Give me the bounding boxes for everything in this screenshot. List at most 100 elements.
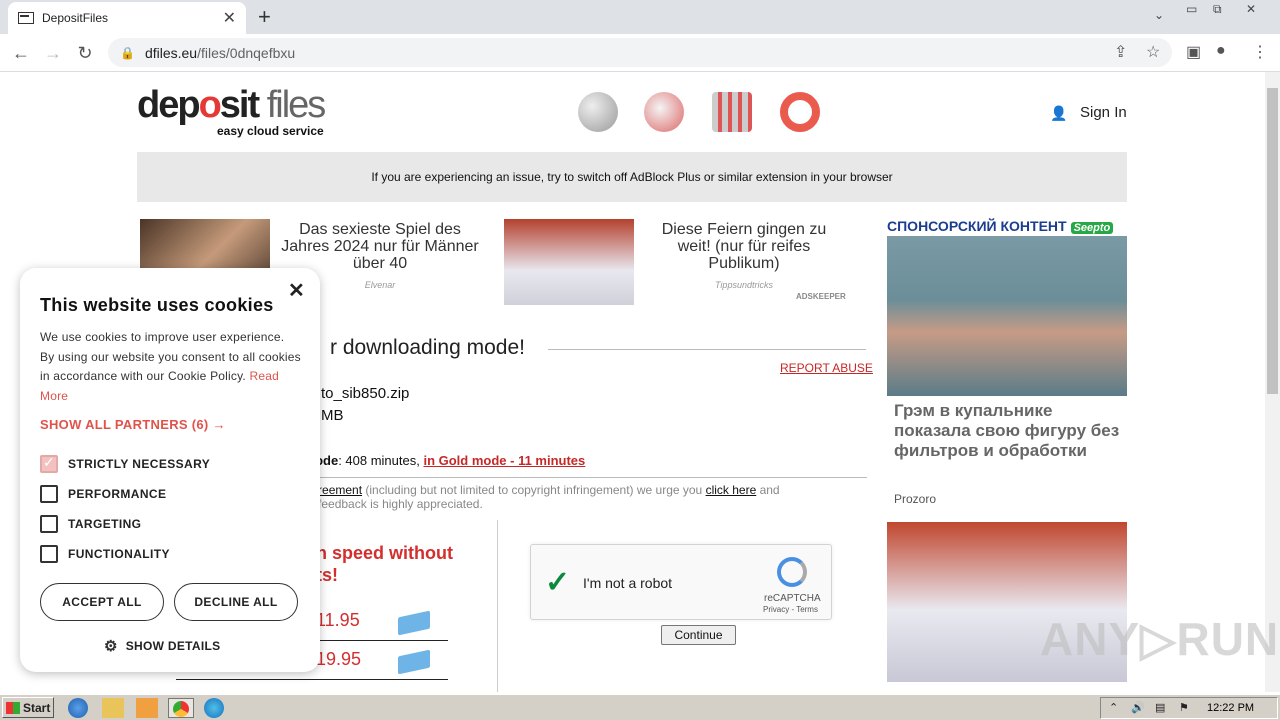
favicon-icon xyxy=(18,12,34,24)
restore-button[interactable]: ⧉ xyxy=(1213,2,1222,17)
recaptcha-widget[interactable]: ✓ I'm not a robot reCAPTCHA Privacy - Te… xyxy=(530,544,832,620)
continue-button[interactable]: Continue xyxy=(661,625,736,645)
clock: 12:22 PM xyxy=(1207,702,1255,714)
start-button[interactable]: Start xyxy=(2,697,54,718)
ie-icon[interactable] xyxy=(68,698,88,718)
option-label: TARGETING xyxy=(68,517,142,531)
price-divider xyxy=(176,679,448,680)
sponsored-image-1[interactable] xyxy=(887,236,1127,396)
ad-source-2: Tippsundtricks xyxy=(715,280,773,290)
download-modes: lar mode: 408 minutes, in Gold mode - 11… xyxy=(284,453,585,468)
option-performance[interactable]: PERFORMANCE xyxy=(40,485,166,503)
sponsored-header: СПОНСОРСКИЙ КОНТЕНТ Seepto xyxy=(887,218,1127,234)
accept-all-button[interactable]: ACCEPT ALL xyxy=(40,583,164,621)
mode-time: : 408 minutes, xyxy=(338,453,424,468)
checkbox[interactable] xyxy=(40,515,58,533)
sponsored-source-1: Prozoro xyxy=(894,492,937,506)
option-label: STRICTLY NECESSARY xyxy=(68,457,211,471)
section-divider xyxy=(280,477,867,478)
checkbox[interactable] xyxy=(40,545,58,563)
edge-icon[interactable] xyxy=(204,698,224,718)
checkbox[interactable] xyxy=(40,454,58,473)
volume-icon[interactable]: 🔊 xyxy=(1131,701,1145,714)
tab-search-icon[interactable]: ⌄ xyxy=(1154,8,1164,22)
gear-icon: ⚙ xyxy=(104,638,118,655)
chrome-icon[interactable] xyxy=(168,698,194,718)
tray-arrow-icon[interactable]: ⌃ xyxy=(1109,701,1118,714)
start-label: Start xyxy=(23,700,51,715)
gold-mode-link[interactable]: in Gold mode - 11 minutes xyxy=(423,453,585,468)
click-here-link[interactable]: click here xyxy=(706,483,757,497)
tab-bar: DepositFiles ✕ + ⌄ ▭ ⧉ ✕ xyxy=(0,0,1280,34)
column-divider xyxy=(497,520,498,692)
explorer-icon[interactable] xyxy=(102,698,124,718)
card-icon xyxy=(398,649,430,675)
price-1[interactable]: 11.95 xyxy=(316,610,360,631)
forward-button[interactable]: → xyxy=(40,40,66,66)
checkbox[interactable] xyxy=(40,485,58,503)
captcha-label: I'm not a robot xyxy=(583,575,673,591)
card-icon xyxy=(398,610,430,636)
report-abuse-link[interactable]: REPORT ABUSE xyxy=(780,361,873,375)
tab-title: DepositFiles xyxy=(42,11,109,25)
address-bar[interactable]: 🔒 dfiles.eu/files/0dnqefbxu xyxy=(108,38,1172,67)
media-player-icon[interactable] xyxy=(136,698,158,718)
sign-in-link[interactable]: 👤 Sign In xyxy=(1050,104,1127,121)
gold-promo-title: n speed without ts! xyxy=(316,543,453,585)
option-label: FUNCTIONALITY xyxy=(68,547,170,561)
gift-icon[interactable] xyxy=(712,92,752,132)
checkmark-icon[interactable]: ✓ xyxy=(545,565,570,600)
price-2[interactable]: 19.95 xyxy=(316,649,361,670)
option-label: PERFORMANCE xyxy=(68,487,167,501)
option-functionality[interactable]: FUNCTIONALITY xyxy=(40,545,170,563)
gold-coins-icon[interactable] xyxy=(644,92,684,132)
option-strictly-necessary[interactable]: STRICTLY NECESSARY xyxy=(40,454,211,473)
captcha-terms-link[interactable]: Privacy - Terms xyxy=(763,605,818,614)
close-window-button[interactable]: ✕ xyxy=(1246,2,1256,16)
agreement-text: (including but not limited to copyright … xyxy=(362,483,706,497)
page-scrollbar[interactable] xyxy=(1265,72,1280,692)
minimize-button[interactable]: ▭ xyxy=(1186,2,1197,16)
share-icon[interactable]: ⇪ xyxy=(1114,42,1127,62)
ad-image-2 xyxy=(504,219,634,305)
heading-divider xyxy=(548,349,866,350)
tab-depositfiles[interactable]: DepositFiles ✕ xyxy=(8,2,246,34)
sign-in-label: Sign In xyxy=(1080,104,1127,121)
scrollbar-thumb[interactable] xyxy=(1267,88,1278,394)
decline-all-button[interactable]: DECLINE ALL xyxy=(174,583,298,621)
site-logo[interactable]: deposit files easy cloud service xyxy=(137,84,326,138)
sponsored-title-1[interactable]: Грэм в купальнике показала свою фигуру б… xyxy=(894,401,1124,461)
show-partners-link[interactable]: SHOW ALL PARTNERS (6) → xyxy=(40,417,226,432)
upload-globe-icon[interactable] xyxy=(578,92,618,132)
sponsor-badge: Seepto xyxy=(1070,222,1114,234)
logo-main: deposit xyxy=(137,84,260,126)
adblock-notice: If you are experiencing an issue, try to… xyxy=(137,152,1127,202)
tab-close-button[interactable]: ✕ xyxy=(223,8,236,28)
sponsored-title: СПОНСОРСКИЙ КОНТЕНТ xyxy=(887,218,1067,234)
browser-toolbar: ← → ↻ 🔒 dfiles.eu/files/0dnqefbxu ⇪ ☆ ▣ … xyxy=(0,34,1280,72)
new-tab-button[interactable]: + xyxy=(258,4,271,30)
lock-icon: 🔒 xyxy=(120,45,135,60)
ad-text-1: Das sexieste Spiel des Jahres 2024 nur f… xyxy=(281,221,479,272)
download-heading: r downloading mode! xyxy=(330,336,525,359)
adskeeper-logo[interactable]: ADSKEEPER xyxy=(796,292,846,301)
user-icon: 👤 xyxy=(1050,104,1068,121)
recaptcha-logo-icon xyxy=(777,557,807,587)
menu-icon[interactable]: ⋮ xyxy=(1252,42,1268,62)
profile-icon[interactable]: ● xyxy=(1216,42,1226,60)
network-icon[interactable]: ▤ xyxy=(1155,701,1165,714)
windows-logo-icon xyxy=(6,701,20,714)
lifebuoy-icon[interactable] xyxy=(780,92,820,132)
reload-button[interactable]: ↻ xyxy=(72,40,98,66)
bookmark-star-icon[interactable]: ☆ xyxy=(1146,42,1160,62)
flag-icon[interactable]: ⚑ xyxy=(1179,701,1189,714)
show-details-button[interactable]: ⚙ SHOW DETAILS xyxy=(104,637,220,655)
logo-tagline: easy cloud service xyxy=(217,124,324,138)
file-name: to_sib850.zip xyxy=(321,385,410,402)
close-icon[interactable]: ✕ xyxy=(288,278,305,303)
ad-text-2: Diese Feiern gingen zu weit! (nur für re… xyxy=(661,221,827,272)
side-panel-icon[interactable]: ▣ xyxy=(1186,42,1201,62)
option-targeting[interactable]: TARGETING xyxy=(40,515,141,533)
back-button[interactable]: ← xyxy=(8,40,34,66)
agreement-tail: and xyxy=(756,483,780,497)
